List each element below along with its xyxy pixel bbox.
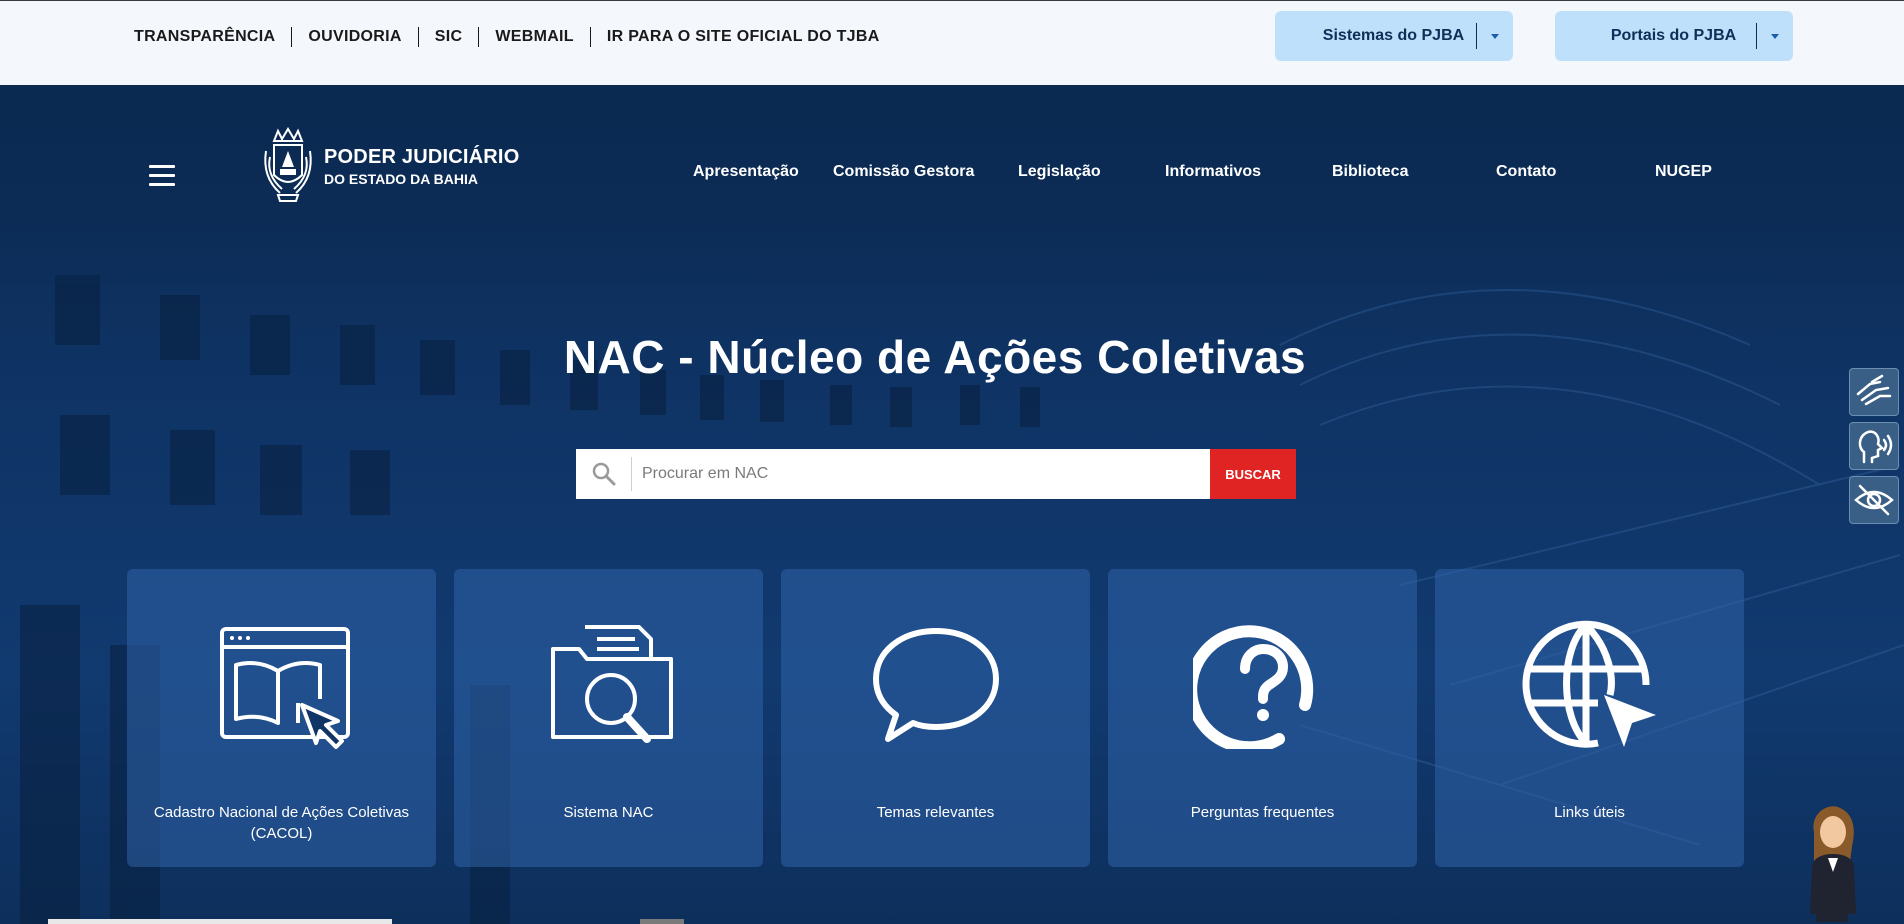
nav-comissao-gestora[interactable]: Comissão Gestora bbox=[833, 163, 974, 181]
question-mark-icon bbox=[1192, 625, 1313, 749]
card-sistema-nac[interactable]: Sistema NAC bbox=[454, 569, 763, 867]
virtual-assistant-avatar[interactable] bbox=[1800, 802, 1864, 924]
nav-nugep[interactable]: NUGEP bbox=[1655, 163, 1712, 181]
link-webmail[interactable]: WEBMAIL bbox=[478, 27, 590, 47]
sign-language-icon[interactable] bbox=[1849, 368, 1899, 416]
portais-dropdown-label: Portais do PJBA bbox=[1610, 27, 1737, 44]
globe-pointer-icon bbox=[1522, 620, 1656, 748]
search-bar: BUSCAR bbox=[576, 449, 1296, 499]
link-sic[interactable]: SIC bbox=[417, 27, 479, 47]
nav-contato[interactable]: Contato bbox=[1496, 163, 1556, 181]
sistemas-dropdown[interactable]: Sistemas do PJBA bbox=[1275, 11, 1513, 61]
nav-biblioteca[interactable]: Biblioteca bbox=[1332, 163, 1408, 181]
search-icon bbox=[576, 457, 632, 491]
card-label: Links úteis bbox=[1554, 804, 1625, 821]
card-label: Sistema NAC bbox=[563, 804, 654, 821]
top-utility-bar: TRANSPARÊNCIA OUVIDORIA SIC WEBMAIL IR P… bbox=[0, 0, 1904, 85]
nav-apresentacao[interactable]: Apresentação bbox=[693, 163, 799, 181]
link-transparencia[interactable]: TRANSPARÊNCIA bbox=[134, 27, 291, 47]
utility-links: TRANSPARÊNCIA OUVIDORIA SIC WEBMAIL IR P… bbox=[134, 1, 896, 73]
search-button[interactable]: BUSCAR bbox=[1210, 449, 1296, 499]
nav-legislacao[interactable]: Legislação bbox=[1018, 163, 1101, 181]
nav-informativos[interactable]: Informativos bbox=[1165, 163, 1261, 181]
folder-search-icon bbox=[550, 625, 673, 743]
portais-dropdown[interactable]: Portais do PJBA bbox=[1555, 11, 1793, 61]
link-site-oficial-tjba[interactable]: IR PARA O SITE OFICIAL DO TJBA bbox=[589, 27, 896, 47]
caret-down-icon bbox=[1477, 33, 1513, 39]
card-label: Perguntas frequentes bbox=[1190, 804, 1335, 821]
hero-section: PODER JUDICIÁRIO DO ESTADO DA BAHIA Apre… bbox=[0, 85, 1904, 924]
search-input[interactable] bbox=[632, 449, 1210, 499]
main-navigation: Apresentação Comissão Gestora Legislação… bbox=[0, 163, 1904, 187]
scroll-indicator bbox=[640, 919, 684, 924]
card-perguntas-frequentes[interactable]: Perguntas frequentes bbox=[1108, 569, 1417, 867]
sistemas-dropdown-label: Sistemas do PJBA bbox=[1322, 27, 1465, 44]
card-label: Temas relevantes bbox=[876, 804, 995, 821]
accessibility-toolbar bbox=[1849, 368, 1901, 530]
link-ouvidoria[interactable]: OUVIDORIA bbox=[291, 27, 417, 47]
card-links-uteis[interactable]: Links úteis bbox=[1435, 569, 1744, 867]
card-cacol[interactable]: Cadastro Nacional de Ações Coletivas (CA… bbox=[127, 569, 436, 867]
scroll-indicator bbox=[48, 919, 392, 924]
card-label: Cadastro Nacional de Ações Coletivas (CA… bbox=[153, 804, 410, 842]
caret-down-icon bbox=[1757, 33, 1793, 39]
speech-bubble-icon bbox=[872, 628, 999, 742]
visibility-icon[interactable] bbox=[1849, 476, 1899, 524]
card-temas-relevantes[interactable]: Temas relevantes bbox=[781, 569, 1090, 867]
page-title: NAC - Núcleo de Ações Coletivas bbox=[563, 331, 1307, 383]
audio-speech-icon[interactable] bbox=[1849, 422, 1899, 470]
book-browser-icon bbox=[219, 627, 350, 749]
